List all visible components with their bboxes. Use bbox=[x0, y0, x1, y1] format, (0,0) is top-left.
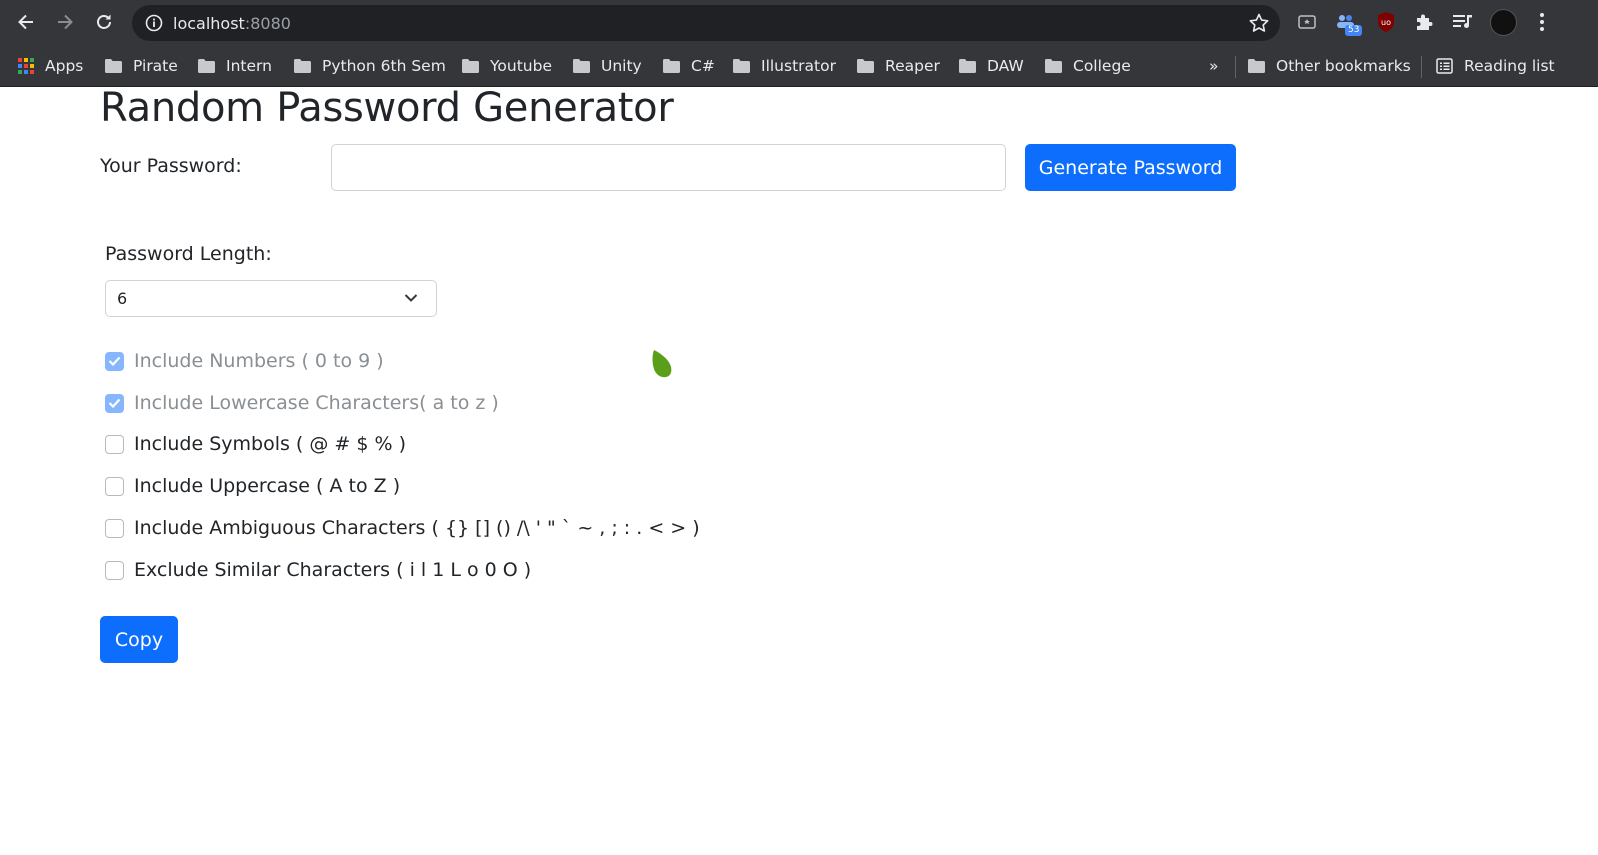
extension-badge: 53 bbox=[1345, 25, 1363, 36]
folder-icon bbox=[294, 59, 311, 73]
checkbox-unchecked[interactable] bbox=[105, 434, 124, 454]
bookmark-folder[interactable]: Reaper bbox=[857, 53, 940, 79]
folder-icon bbox=[573, 59, 590, 73]
folder-icon bbox=[1248, 59, 1265, 73]
bookmarks-bar: Apps Pirate Intern Python 6th Sem Youtub… bbox=[0, 44, 1598, 87]
option-label: Include Ambiguous Characters ( {} [] () … bbox=[134, 517, 700, 539]
folder-icon bbox=[462, 59, 479, 73]
bookmark-label: C# bbox=[691, 57, 715, 75]
profile-avatar[interactable] bbox=[1490, 9, 1517, 36]
folder-icon bbox=[1045, 59, 1062, 73]
checkbox-checked[interactable] bbox=[105, 393, 124, 413]
bookmark-label: DAW bbox=[987, 57, 1024, 75]
bookmark-folder[interactable]: Intern bbox=[198, 53, 272, 79]
bookmark-label: College bbox=[1073, 57, 1131, 75]
browser-toolbar: localhost:8080 53 uo bbox=[0, 0, 1598, 44]
option-label: Include Symbols ( @ # $ % ) bbox=[134, 433, 407, 455]
checkmark-icon bbox=[108, 398, 121, 408]
bookmark-folder[interactable]: Illustrator bbox=[733, 53, 836, 79]
reload-button[interactable] bbox=[89, 7, 119, 37]
cast-extension-icon[interactable] bbox=[1294, 9, 1320, 35]
bookmark-label: Youtube bbox=[490, 57, 552, 75]
reading-list[interactable]: Reading list bbox=[1436, 53, 1555, 79]
option-label: Include Numbers ( 0 to 9 ) bbox=[134, 350, 384, 372]
password-length-label: Password Length: bbox=[105, 243, 272, 265]
option-include-lowercase[interactable]: Include Lowercase Characters( a to z ) bbox=[105, 390, 499, 416]
arrow-left-icon bbox=[18, 14, 33, 30]
checkbox-unchecked[interactable] bbox=[105, 476, 124, 496]
folder-icon bbox=[733, 59, 750, 73]
folder-icon bbox=[198, 59, 215, 73]
bookmark-apps[interactable]: Apps bbox=[18, 53, 83, 79]
page-title: Random Password Generator bbox=[100, 85, 674, 131]
generate-password-button[interactable]: Generate Password bbox=[1025, 144, 1236, 191]
checkbox-checked[interactable] bbox=[105, 351, 124, 371]
selected-length: 6 bbox=[117, 289, 128, 308]
cursor-leaf-icon bbox=[652, 350, 672, 378]
bookmarks-divider bbox=[1421, 56, 1422, 78]
option-label: Include Lowercase Characters( a to z ) bbox=[134, 392, 499, 414]
bookmark-folder[interactable]: C# bbox=[663, 53, 715, 79]
media-controls-icon[interactable] bbox=[1450, 9, 1476, 35]
bookmark-folder[interactable]: Pirate bbox=[105, 53, 178, 79]
bookmark-label: Other bookmarks bbox=[1276, 57, 1411, 75]
checkbox-unchecked[interactable] bbox=[105, 518, 124, 538]
bookmark-label: Intern bbox=[226, 57, 272, 75]
chevron-down-icon bbox=[404, 294, 418, 302]
password-label: Your Password: bbox=[100, 155, 242, 177]
option-label: Include Uppercase ( A to Z ) bbox=[134, 475, 401, 497]
bookmark-label: Reading list bbox=[1464, 57, 1555, 75]
bookmark-label: Illustrator bbox=[761, 57, 836, 75]
option-include-numbers[interactable]: Include Numbers ( 0 to 9 ) bbox=[105, 348, 384, 374]
option-include-uppercase[interactable]: Include Uppercase ( A to Z ) bbox=[105, 473, 400, 499]
copy-button[interactable]: Copy bbox=[100, 616, 178, 663]
other-bookmarks[interactable]: Other bookmarks bbox=[1248, 53, 1411, 79]
forward-button[interactable] bbox=[50, 7, 80, 37]
bookmark-star-icon[interactable] bbox=[1248, 12, 1270, 34]
password-length-select[interactable]: 6 bbox=[105, 280, 437, 317]
address-bar[interactable]: localhost:8080 bbox=[132, 5, 1280, 41]
bookmark-label: Unity bbox=[601, 57, 642, 75]
option-include-ambiguous[interactable]: Include Ambiguous Characters ( {} [] () … bbox=[105, 515, 700, 541]
folder-icon bbox=[959, 59, 976, 73]
reading-list-icon bbox=[1436, 58, 1453, 74]
bookmark-folder[interactable]: Youtube bbox=[462, 53, 552, 79]
folder-icon bbox=[105, 59, 122, 73]
chrome-menu-icon[interactable] bbox=[1529, 9, 1555, 35]
back-button[interactable] bbox=[11, 7, 41, 37]
option-exclude-similar[interactable]: Exclude Similar Characters ( i l 1 L o 0… bbox=[105, 557, 531, 583]
folder-icon bbox=[663, 59, 680, 73]
option-label: Exclude Similar Characters ( i l 1 L o 0… bbox=[134, 559, 532, 581]
bookmark-folder[interactable]: DAW bbox=[959, 53, 1024, 79]
url-text: localhost:8080 bbox=[173, 14, 291, 33]
apps-grid-icon bbox=[18, 58, 34, 74]
bookmark-label: Reaper bbox=[885, 57, 940, 75]
checkbox-unchecked[interactable] bbox=[105, 560, 124, 580]
reload-icon bbox=[97, 14, 111, 29]
bookmark-folder[interactable]: Unity bbox=[573, 53, 642, 79]
bookmark-folder[interactable]: College bbox=[1045, 53, 1131, 79]
more-bookmarks-label: » bbox=[1209, 57, 1219, 75]
bookmark-label: Pirate bbox=[133, 57, 178, 75]
ublock-extension-icon[interactable]: uo bbox=[1373, 9, 1399, 35]
folder-icon bbox=[857, 59, 874, 73]
more-bookmarks-button[interactable]: » bbox=[1209, 53, 1218, 79]
bookmark-label: Apps bbox=[45, 57, 84, 75]
bookmark-folder[interactable]: Python 6th Sem bbox=[294, 53, 446, 79]
bookmarks-divider bbox=[1235, 56, 1236, 78]
checkmark-icon bbox=[108, 356, 121, 366]
svg-text:uo: uo bbox=[1381, 18, 1391, 27]
option-include-symbols[interactable]: Include Symbols ( @ # $ % ) bbox=[105, 431, 406, 457]
password-output-field[interactable] bbox=[331, 144, 1006, 191]
bookmark-label: Python 6th Sem bbox=[322, 57, 446, 75]
extensions-puzzle-icon[interactable] bbox=[1411, 9, 1437, 35]
info-icon[interactable] bbox=[144, 13, 164, 33]
arrow-right-icon bbox=[58, 14, 73, 30]
